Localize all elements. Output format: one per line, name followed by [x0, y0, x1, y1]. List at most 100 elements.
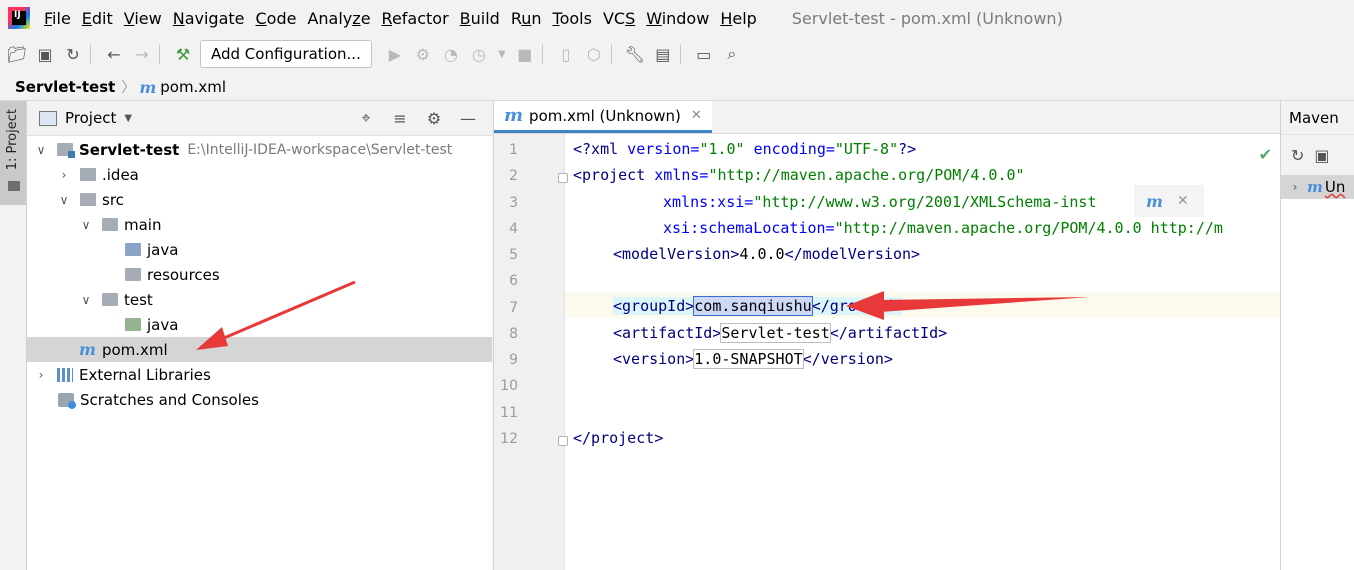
close-icon[interactable]: ✕ — [1177, 193, 1189, 209]
add-configuration-button[interactable]: Add Configuration... — [200, 40, 372, 68]
locate-target-icon[interactable]: ⌖ — [356, 108, 376, 128]
chevron-right-icon[interactable]: › — [1289, 180, 1301, 194]
toolbar-separator — [541, 44, 543, 64]
menu-analyze[interactable]: Analyze — [307, 9, 370, 28]
tree-item-label: resources — [147, 265, 220, 284]
toolbar-separator — [610, 44, 612, 64]
breadcrumb-chevron-icon: 〉 — [121, 80, 136, 96]
collapse-all-icon[interactable]: ≡ — [390, 108, 410, 128]
minimize-icon[interactable]: — — [458, 108, 478, 128]
run-icon[interactable]: ▶ — [384, 43, 406, 65]
chevron-down-icon[interactable]: ∨ — [35, 143, 47, 157]
tab-pom-xml[interactable]: m pom.xml (Unknown) ✕ — [494, 101, 712, 133]
project-view-selector[interactable]: Project — [65, 109, 116, 127]
maven-reload-icon[interactable]: m — [1146, 192, 1163, 211]
tree-item-resources[interactable]: resources — [27, 262, 492, 287]
terminal-window-icon[interactable]: ▭ — [693, 43, 715, 65]
forward-arrow-icon[interactable]: → — [131, 43, 153, 65]
tree-item-test[interactable]: ∨ test — [27, 287, 492, 312]
menu-navigate[interactable]: Navigate — [173, 9, 245, 28]
save-all-icon[interactable]: ▣ — [34, 43, 56, 65]
menu-view[interactable]: View — [124, 9, 162, 28]
line-number-gutter: 1 2 3 4 5 6 7 8 9 10 11 12 — [494, 134, 568, 570]
line-number: 1 — [509, 142, 518, 158]
folder-icon — [102, 293, 118, 306]
project-tool-window-tab[interactable]: 1: Project — [0, 101, 26, 205]
close-icon[interactable]: ✕ — [691, 108, 702, 123]
chevron-down-icon[interactable]: ∨ — [80, 293, 92, 307]
inspection-ok-check-icon[interactable]: ✔ — [1259, 145, 1272, 164]
tree-item-external-libraries[interactable]: › External Libraries — [27, 362, 492, 387]
run-dropdown-chevron-icon[interactable]: ▼ — [496, 43, 508, 65]
stop-icon[interactable]: ■ — [514, 43, 536, 65]
chevron-right-icon[interactable]: › — [35, 368, 47, 382]
attach-debugger-icon[interactable]: ▯ — [555, 43, 577, 65]
project-stripe-label: 1: Project — [5, 109, 20, 171]
reload-icon[interactable]: ↻ — [1291, 146, 1304, 165]
settings-wrench-icon[interactable]: 🔧︎ — [624, 43, 646, 65]
tree-item-label: .idea — [102, 165, 139, 184]
build-hammer-icon[interactable]: ⚒ — [172, 43, 194, 65]
build-artifacts-icon[interactable]: ⬡ — [583, 43, 605, 65]
menu-refactor[interactable]: Refactor — [382, 9, 449, 28]
profile-icon[interactable]: ◷ — [468, 43, 490, 65]
tree-item-servlet-test[interactable]: ∨ Servlet-test E:\IntelliJ-IDEA-workspac… — [27, 137, 492, 162]
project-tree: ∨ Servlet-test E:\IntelliJ-IDEA-workspac… — [27, 136, 492, 412]
toolbar-separator — [90, 44, 91, 64]
breadcrumb-file[interactable]: pom.xml — [160, 78, 226, 96]
gear-icon[interactable]: ⚙ — [424, 108, 444, 128]
code-line-5: <modelVersion>4.0.0</modelVersion> — [613, 245, 921, 263]
tree-item-src[interactable]: ∨ src — [27, 187, 492, 212]
tree-item-java-test[interactable]: java — [27, 312, 492, 337]
line-number: 11 — [500, 405, 518, 421]
debug-icon[interactable]: ⚙ — [412, 43, 434, 65]
maven-file-icon: m — [79, 340, 96, 359]
code-line-2: <project xmlns="http://maven.apache.org/… — [573, 166, 1025, 184]
maven-panel-title[interactable]: Maven — [1281, 101, 1354, 135]
chevron-down-icon[interactable]: ▼ — [124, 113, 132, 124]
tree-item-idea[interactable]: › .idea — [27, 162, 492, 187]
tree-item-path: E:\IntelliJ-IDEA-workspace\Servlet-test — [187, 141, 453, 158]
search-icon[interactable]: ⌕ — [721, 43, 743, 65]
menu-tools[interactable]: Tools — [553, 9, 592, 28]
line-number: 5 — [509, 247, 518, 263]
maven-project-icon: m — [1307, 178, 1323, 196]
menu-bar: IJ File Edit View Navigate Code Analyze … — [0, 0, 1354, 36]
project-structure-icon[interactable]: ▤ — [652, 43, 674, 65]
selected-group-id[interactable]: com.sanqiushu — [693, 296, 813, 316]
chevron-right-icon[interactable]: › — [58, 168, 70, 182]
back-arrow-icon[interactable]: ← — [103, 43, 125, 65]
tree-item-label: java — [147, 240, 179, 259]
line-number: 9 — [509, 352, 518, 368]
menu-window[interactable]: Window — [646, 9, 709, 28]
menu-vcs[interactable]: VCS — [603, 9, 635, 28]
menu-build[interactable]: Build — [460, 9, 500, 28]
editor-tab-bar: m pom.xml (Unknown) ✕ — [494, 101, 1280, 134]
tree-item-java-main[interactable]: java — [27, 237, 492, 262]
coverage-icon[interactable]: ◔ — [440, 43, 462, 65]
sync-icon[interactable]: ↻ — [62, 43, 84, 65]
menu-help[interactable]: Help — [720, 9, 756, 28]
line-number: 2 — [509, 168, 518, 184]
folder-icon — [80, 193, 96, 206]
line-number: 4 — [509, 221, 518, 237]
menu-file[interactable]: File — [44, 9, 71, 28]
chevron-down-icon[interactable]: ∨ — [58, 193, 70, 207]
maven-project-row[interactable]: › m Un — [1281, 175, 1354, 199]
chevron-down-icon[interactable]: ∨ — [80, 218, 92, 232]
code-line-1: <?xml version="1.0" encoding="UTF-8"?> — [573, 140, 917, 158]
tree-item-label: java — [147, 315, 179, 334]
menu-run[interactable]: Run — [511, 9, 542, 28]
app-logo-text: IJ — [14, 10, 21, 20]
menu-code[interactable]: Code — [256, 9, 297, 28]
breadcrumb-project[interactable]: Servlet-test — [15, 78, 115, 96]
tree-item-pom-xml[interactable]: m pom.xml — [27, 337, 492, 362]
tree-item-scratches[interactable]: Scratches and Consoles — [27, 387, 492, 412]
add-maven-project-icon[interactable]: ▣ — [1314, 146, 1329, 165]
tree-item-main[interactable]: ∨ main — [27, 212, 492, 237]
scratches-icon — [58, 392, 76, 409]
tree-item-label: Scratches and Consoles — [80, 390, 259, 409]
open-folder-icon[interactable]: 📁︎ — [6, 43, 28, 65]
folder-icon — [8, 181, 20, 191]
menu-edit[interactable]: Edit — [82, 9, 113, 28]
